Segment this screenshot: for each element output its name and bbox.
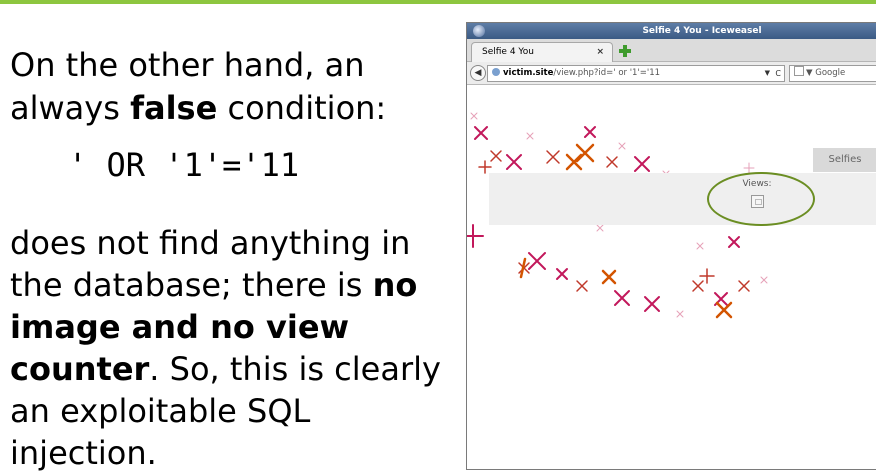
navigation-toolbar: ◀ victim.site/view.php?id=' or '1'='11 ▼…	[467, 62, 876, 85]
highlight-oval	[707, 172, 815, 226]
tab-label: Selfie 4 You	[482, 47, 534, 57]
selfies-nav-button[interactable]: Selfies	[813, 148, 876, 172]
browser-window: Selfie 4 You - Iceweasel Selfie 4 You × …	[466, 22, 876, 470]
window-titlebar[interactable]: Selfie 4 You - Iceweasel	[467, 23, 876, 39]
reload-icon[interactable]: C	[775, 66, 781, 81]
search-engine-label: ▼ Google	[806, 68, 846, 78]
web-page-content: Selfies Views:	[467, 85, 876, 469]
back-arrow-icon[interactable]: ◀	[470, 65, 486, 81]
intro-bold-text: false	[130, 89, 218, 127]
tab-selfie-4-you[interactable]: Selfie 4 You ×	[471, 42, 613, 62]
url-bar[interactable]: victim.site/view.php?id=' or '1'='11 ▼ C	[487, 65, 785, 82]
site-globe-icon	[492, 68, 500, 76]
window-title: Selfie 4 You - Iceweasel	[642, 26, 762, 36]
url-dropdown-icon[interactable]: ▼	[765, 66, 770, 81]
sql-payload: ' OR '1'='11	[68, 146, 300, 184]
tab-strip: Selfie 4 You ×	[467, 39, 876, 62]
url-host: victim.site	[503, 68, 554, 78]
url-path: /view.php?id=' or '1'='11	[553, 68, 661, 78]
slide-top-rule	[0, 0, 876, 4]
search-engine-icon[interactable]	[794, 66, 804, 76]
new-tab-icon[interactable]	[617, 43, 633, 59]
slide-body-paragraph: does not find anything in the database; …	[10, 222, 450, 474]
intro-end-text: condition:	[217, 89, 387, 127]
search-bar[interactable]: ▼ Google	[789, 65, 876, 82]
cross-doodle-background	[467, 112, 768, 319]
close-tab-icon[interactable]: ×	[596, 43, 604, 61]
slide-intro-paragraph: On the other hand, an always false condi…	[10, 44, 450, 130]
image-band	[489, 173, 876, 225]
body-text-1: does not find anything in the database; …	[10, 224, 411, 304]
